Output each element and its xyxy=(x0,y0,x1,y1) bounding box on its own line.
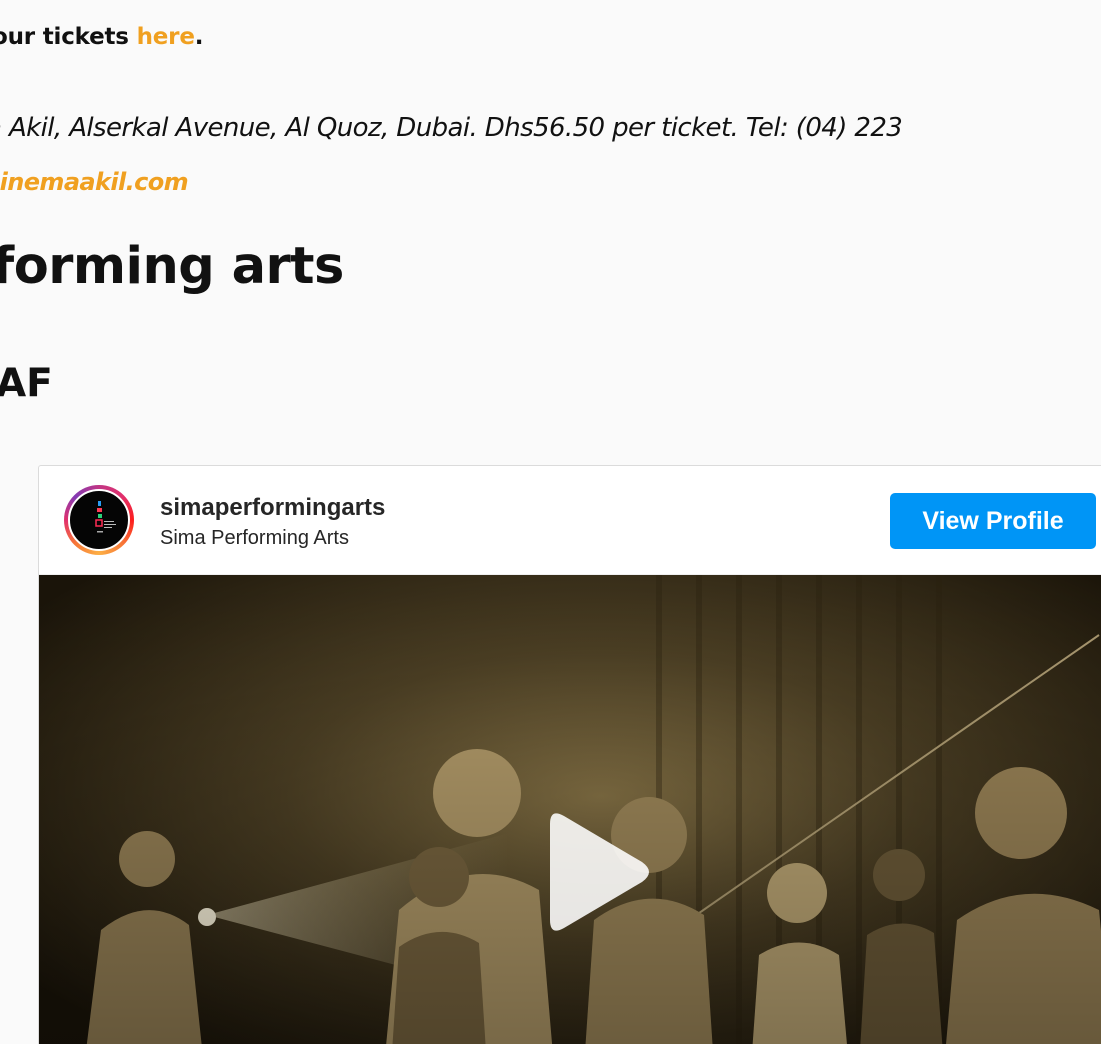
play-icon[interactable] xyxy=(518,802,658,942)
sima-logo-icon xyxy=(68,489,130,551)
instagram-header: simaperformingarts Sima Performing Arts … xyxy=(39,466,1101,575)
venue-line: a Akil, Alserkal Avenue, Al Quoz, Dubai.… xyxy=(0,113,903,143)
instagram-video[interactable] xyxy=(39,575,1101,1044)
tickets-text: our tickets here. xyxy=(0,24,203,50)
venue-details: a Akil, Alserkal Avenue, Al Quoz, Dubai.… xyxy=(0,101,1026,209)
sub-heading: AF xyxy=(0,361,53,406)
tickets-link[interactable]: here xyxy=(137,24,195,50)
tickets-prefix: our tickets xyxy=(0,24,137,50)
venue-website-link[interactable]: cinemaakil.com xyxy=(0,168,189,196)
instagram-username[interactable]: simaperformingarts xyxy=(160,494,385,522)
profile-avatar[interactable] xyxy=(64,485,134,555)
instagram-embed: simaperformingarts Sima Performing Arts … xyxy=(38,465,1101,1044)
tickets-suffix: . xyxy=(194,24,204,50)
view-profile-button[interactable]: View Profile xyxy=(890,493,1096,549)
instagram-full-name: Sima Performing Arts xyxy=(160,527,349,549)
section-heading: forming arts xyxy=(0,237,344,296)
